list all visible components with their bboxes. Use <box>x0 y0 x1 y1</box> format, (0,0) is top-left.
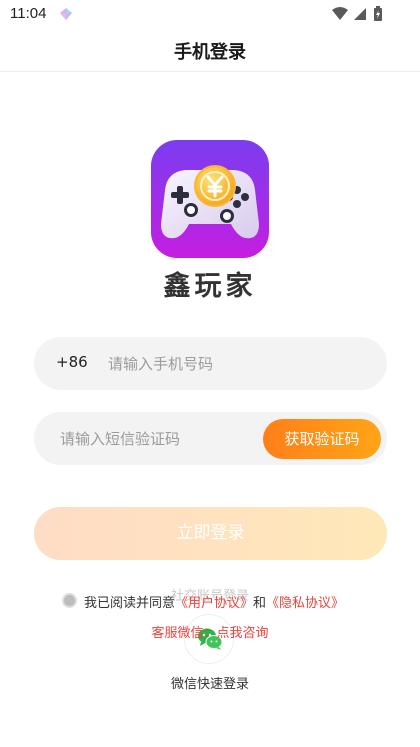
user-agreement-link[interactable]: 《用户协议》 <box>175 596 253 611</box>
status-time: 11:04 <box>10 5 47 22</box>
sms-code-input[interactable] <box>60 426 260 452</box>
wechat-login-label[interactable]: 微信快速登录 <box>0 673 420 692</box>
login-button[interactable]: 立即登录 <box>34 507 387 560</box>
phone-field: +86 <box>34 337 387 390</box>
agreement-checkbox[interactable] <box>62 593 77 608</box>
privacy-policy-link[interactable]: 《隐私协议》 <box>266 596 344 611</box>
customer-service-link[interactable]: 客服微信：点我咨询 <box>0 622 420 641</box>
country-code-selector[interactable]: +86 <box>56 353 88 371</box>
status-bar: 11:04 <box>0 0 420 30</box>
page-title: 手机登录 <box>174 42 246 63</box>
verification-code-field: 获取验证码 <box>34 412 387 465</box>
app-name: 鑫玩家 <box>163 271 257 302</box>
agreement-text: 我已阅读并同意《用户协议》和《隐私协议》 <box>84 592 344 611</box>
get-code-button[interactable]: 获取验证码 <box>263 419 381 459</box>
cellular-signal-icon <box>354 8 366 20</box>
notification-app-icon <box>60 8 72 20</box>
app-logo-gamepad-coin-icon <box>151 140 269 258</box>
phone-number-input[interactable] <box>108 351 358 377</box>
battery-icon <box>374 6 382 21</box>
navigation-header: 手机登录 <box>0 30 420 72</box>
wifi-icon <box>332 7 348 20</box>
agreement-prefix: 我已阅读并同意 <box>84 596 176 611</box>
agreement-conjunction: 和 <box>253 596 267 611</box>
status-indicators <box>332 6 382 21</box>
